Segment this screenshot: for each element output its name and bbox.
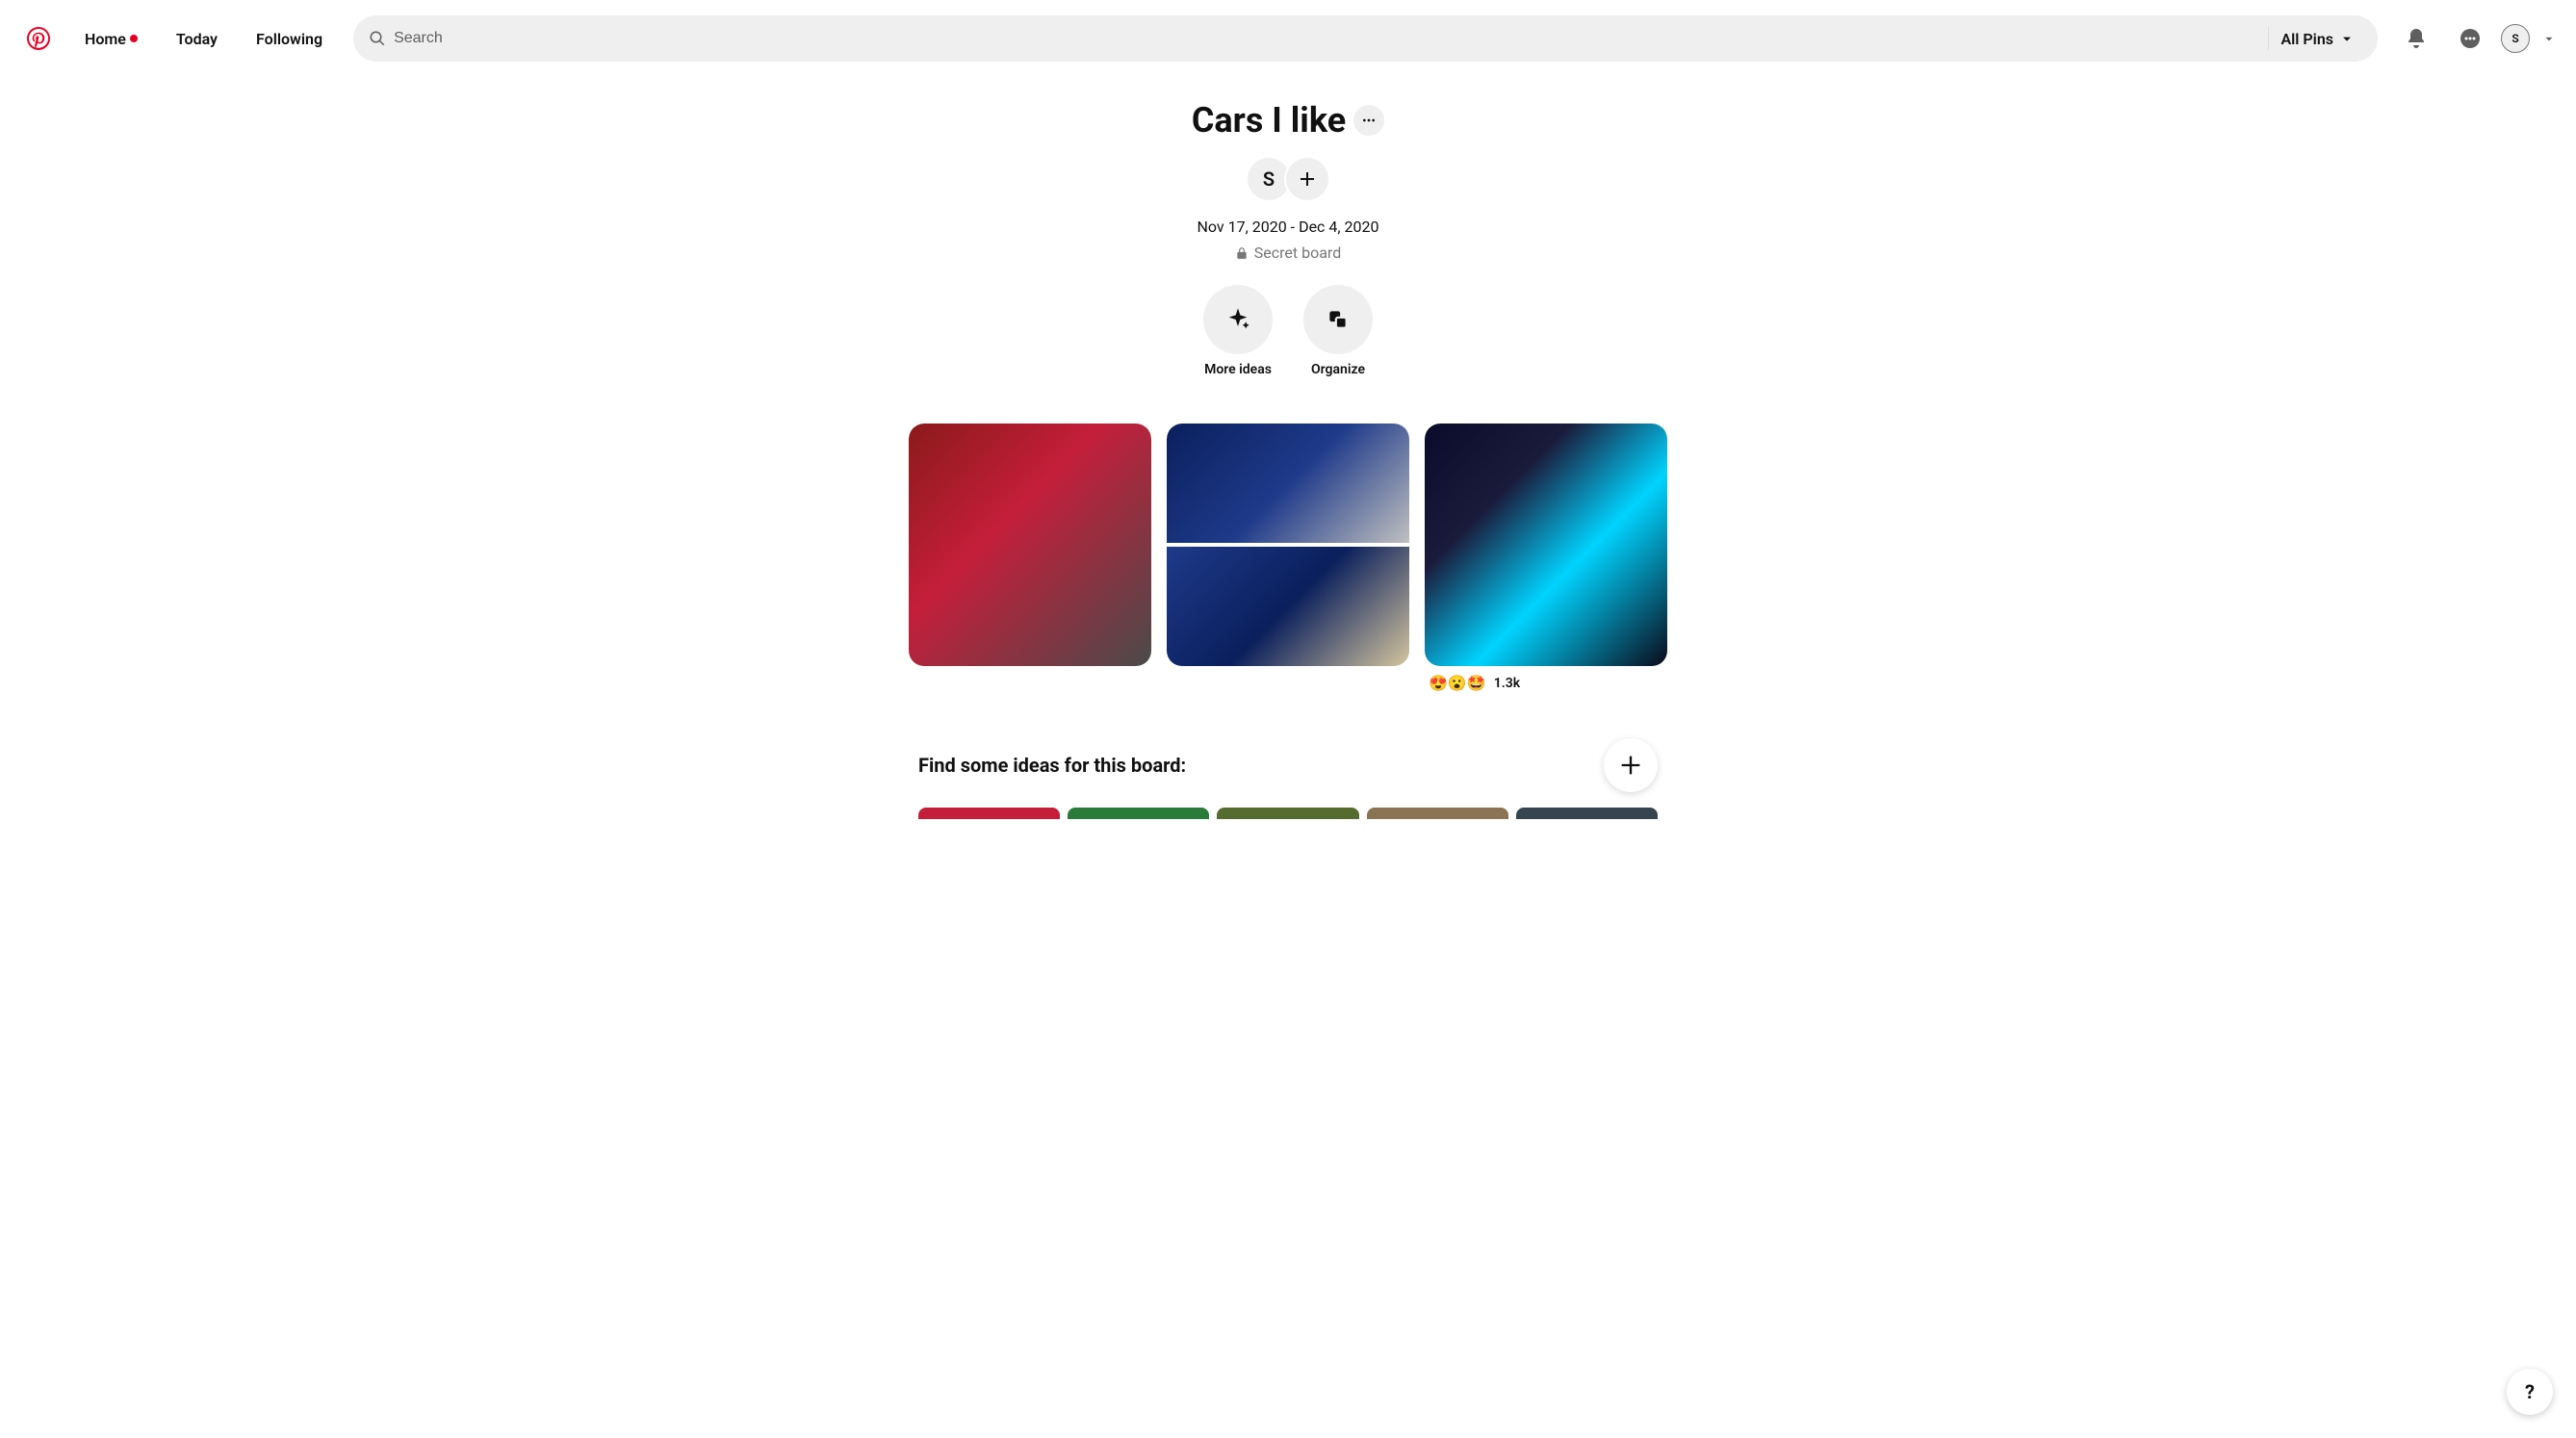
add-collaborator-button[interactable]: [1284, 156, 1330, 202]
nav-today[interactable]: Today: [161, 18, 233, 60]
chat-icon: [2459, 27, 2482, 50]
ideas-header-row: Find some ideas for this board:: [918, 738, 1658, 792]
more-ideas-circle: [1203, 285, 1273, 354]
pinterest-icon: [27, 27, 50, 50]
pins-grid: 😍😮🤩 1.3k: [0, 424, 2576, 692]
lock-icon: [1235, 246, 1249, 260]
plus-icon: [1617, 752, 1644, 779]
organize-icon: [1326, 307, 1351, 332]
pin-item[interactable]: [1167, 424, 1409, 692]
pin-image: [909, 424, 1151, 666]
board-date-range: Nov 17, 2020 - Dec 4, 2020: [0, 218, 2576, 236]
idea-thumb[interactable]: [1217, 808, 1358, 819]
notifications-button[interactable]: [2393, 15, 2439, 62]
sparkle-icon: [1224, 306, 1251, 333]
ideas-thumbnails: [918, 808, 1658, 819]
idea-thumb[interactable]: [1068, 808, 1209, 819]
board-actions: More ideas Organize: [0, 285, 2576, 377]
idea-thumb[interactable]: [918, 808, 1060, 819]
board-title-row: Cars I like: [0, 100, 2576, 141]
messages-button[interactable]: [2447, 15, 2493, 62]
search-divider: [2268, 27, 2269, 50]
chevron-down-icon: [2339, 31, 2355, 46]
nav-home-label: Home: [85, 30, 126, 48]
pin-reactions: 😍😮🤩 1.3k: [1425, 674, 1667, 692]
pin-item[interactable]: 😍😮🤩 1.3k: [1425, 424, 1667, 692]
top-header: Home Today Following All Pins S: [0, 0, 2576, 77]
more-ideas-button[interactable]: More ideas: [1203, 285, 1273, 377]
nav-home[interactable]: Home: [69, 18, 153, 60]
ideas-title: Find some ideas for this board:: [918, 754, 1581, 777]
account-menu-button[interactable]: [2537, 27, 2561, 50]
ideas-section: Find some ideas for this board:: [903, 738, 1673, 819]
organize-button[interactable]: Organize: [1303, 285, 1373, 377]
help-button[interactable]: ?: [2507, 1369, 2553, 1415]
idea-thumb[interactable]: [1516, 808, 1658, 819]
reaction-emojis: 😍😮🤩: [1429, 674, 1486, 692]
reaction-count: 1.3k: [1494, 676, 1520, 691]
board-title: Cars I like: [1192, 100, 1346, 141]
search-input[interactable]: [394, 30, 2256, 47]
notification-dot: [130, 35, 138, 42]
collaborators-row: S: [0, 156, 2576, 202]
secret-board-label: Secret board: [1254, 244, 1341, 262]
search-container: All Pins: [353, 15, 2378, 62]
bell-icon: [2405, 27, 2428, 50]
pin-image: [1167, 424, 1409, 666]
user-avatar[interactable]: S: [2501, 24, 2530, 53]
board-header: Cars I like S Nov 17, 2020 - Dec 4, 2020…: [0, 77, 2576, 393]
organize-circle: [1303, 285, 1373, 354]
chevron-down-icon: [2542, 32, 2556, 45]
pin-item[interactable]: [909, 424, 1151, 692]
more-ideas-label: More ideas: [1204, 362, 1272, 377]
idea-thumb[interactable]: [1367, 808, 1508, 819]
search-filter-label: All Pins: [2280, 30, 2333, 48]
search-icon: [369, 30, 386, 47]
secret-board-row: Secret board: [0, 244, 2576, 262]
pin-image: [1425, 424, 1667, 666]
search-filter-dropdown[interactable]: All Pins: [2280, 30, 2362, 48]
ellipsis-icon: [1361, 113, 1377, 128]
add-idea-button[interactable]: [1604, 738, 1658, 792]
plus-icon: [1296, 167, 1319, 191]
nav-following[interactable]: Following: [241, 18, 338, 60]
organize-label: Organize: [1311, 362, 1365, 377]
board-more-button[interactable]: [1353, 105, 1384, 136]
pinterest-logo[interactable]: [15, 15, 62, 62]
